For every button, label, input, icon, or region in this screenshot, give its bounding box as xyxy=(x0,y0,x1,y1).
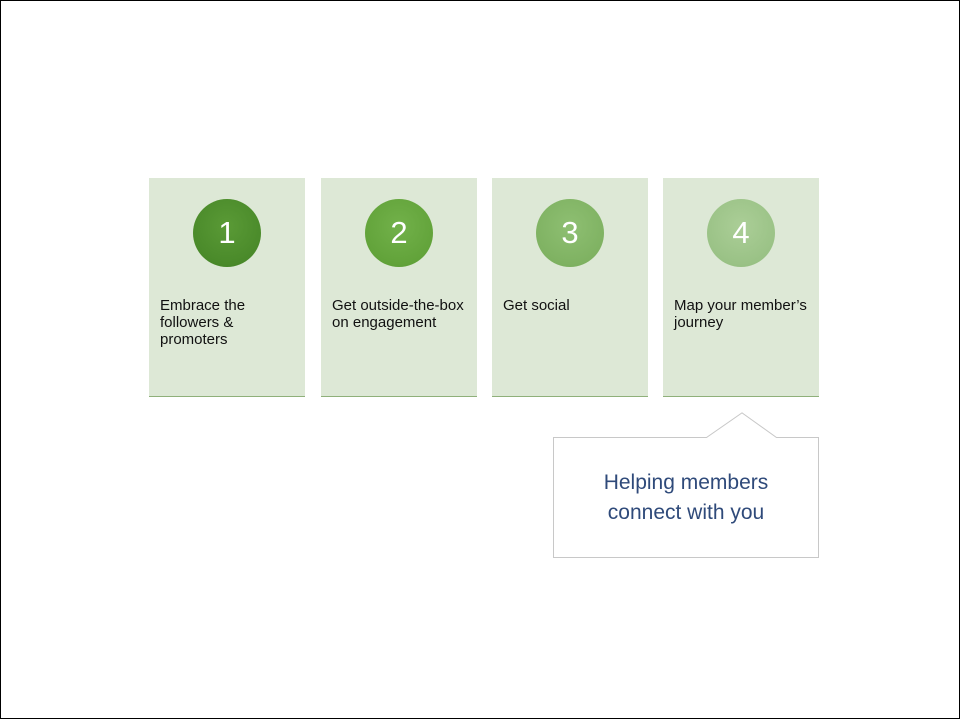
step-label: Get outside-the-box on engagement xyxy=(332,297,464,331)
callout-line-1: Helping members xyxy=(603,471,769,494)
step-number-badge: 2 xyxy=(365,199,433,267)
step-card-3: 3 Get social xyxy=(492,178,648,397)
step-card-2: 2 Get outside-the-box on engagement xyxy=(321,178,477,397)
step-label: Embrace the followers & promoters xyxy=(160,297,246,348)
step-number-badge: 1 xyxy=(193,199,261,267)
step-number-badge: 4 xyxy=(707,199,775,267)
slide: 1 Embrace the followers & promoters 2 Ge… xyxy=(0,0,960,719)
step-number-badge: 3 xyxy=(536,199,604,267)
callout-text: Helping members connect with you xyxy=(553,468,819,528)
step-card-1: 1 Embrace the followers & promoters xyxy=(149,178,305,397)
callout-line-2: connect with you xyxy=(607,501,765,524)
callout-box: Helping members connect with you xyxy=(553,412,819,558)
step-label: Get social xyxy=(503,297,570,314)
step-label: Map your member’s journey xyxy=(674,297,807,331)
step-card-4: 4 Map your member’s journey xyxy=(663,178,819,397)
